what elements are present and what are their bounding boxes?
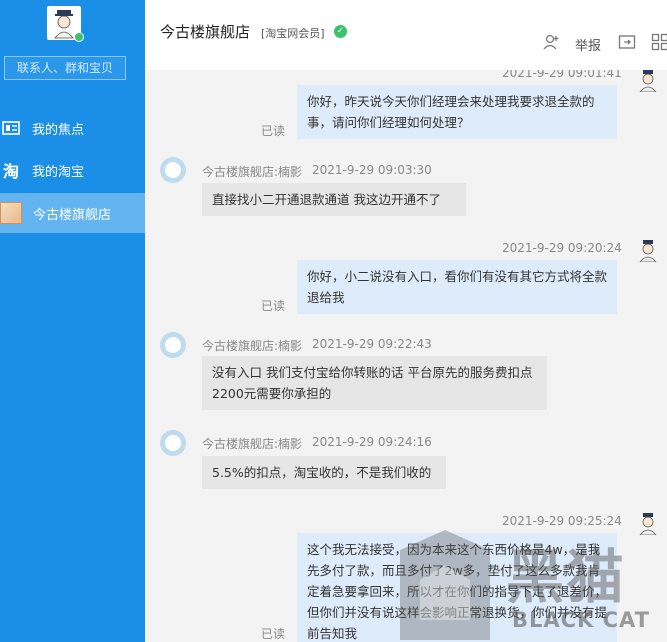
read-status: 已读 bbox=[261, 627, 286, 641]
nav-item-taobao[interactable]: 淘 我的淘宝 bbox=[0, 150, 145, 190]
my-avatar-small bbox=[637, 511, 659, 536]
my-avatar-small bbox=[637, 238, 659, 263]
chat-title: 今古楼旗舰店 bbox=[160, 23, 251, 41]
sidebar: 联系人、群和宝贝 我的焦点 淘 我的淘宝 今古楼旗舰店 bbox=[0, 0, 145, 642]
read-status: 已读 bbox=[261, 299, 286, 313]
chat-header: 今古楼旗舰店 [淘宝网会员] ✓ 举报 bbox=[145, 0, 667, 70]
user-plus-icon[interactable] bbox=[542, 33, 560, 51]
shop-avatar bbox=[160, 332, 186, 358]
message-time: 2021-9-29 09:01:41 bbox=[502, 70, 622, 80]
focus-icon bbox=[2, 119, 20, 137]
contact-search-input[interactable]: 联系人、群和宝贝 bbox=[4, 56, 126, 80]
report-button[interactable]: 举报 bbox=[575, 35, 601, 54]
message-time: 2021-9-29 09:20:24 bbox=[502, 241, 622, 255]
message-bubble-out: 你好，小二说没有入口，看你们有没有其它方式将全款退给我 bbox=[297, 260, 617, 314]
message-bubble-in: 直接找小二开通退款通道 我这边开通不了 bbox=[202, 183, 466, 216]
nav-label: 我的淘宝 bbox=[32, 164, 85, 180]
online-status-icon bbox=[74, 32, 84, 42]
member-tag: [淘宝网会员] bbox=[261, 27, 325, 40]
message-bubble-out: 这个我无法接受，因为本来这个东西价格是4w，是我先多付了款，而且多付了2w多，垫… bbox=[297, 533, 617, 642]
shop-thumbnail bbox=[0, 202, 22, 224]
nav-label: 我的焦点 bbox=[32, 122, 85, 138]
message-time: 2021-9-29 09:22:43 bbox=[312, 337, 432, 351]
message-time: 2021-9-29 09:25:24 bbox=[502, 514, 622, 528]
message-bubble-out: 你好，昨天说今天你们经理会来处理我要求退全款的事，请问你们经理如何处理？ bbox=[297, 85, 617, 139]
nav-item-focus[interactable]: 我的焦点 bbox=[0, 108, 145, 148]
message-bubble-in: 没有入口 我们支付宝给你转账的话 平台原先的服务费扣点2200元需要你承担的 bbox=[202, 356, 547, 410]
transfer-icon[interactable] bbox=[618, 33, 636, 51]
read-status: 已读 bbox=[261, 124, 286, 138]
nav-item-shop[interactable]: 今古楼旗舰店 bbox=[0, 193, 145, 233]
sender-name: 今古楼旗舰店:楠影 bbox=[202, 339, 303, 353]
shop-avatar bbox=[160, 430, 186, 456]
message-bubble-in: 5.5%的扣点，淘宝收的，不是我们收的 bbox=[202, 456, 446, 489]
sender-name: 今古楼旗舰店:楠影 bbox=[202, 437, 303, 451]
nav-label: 今古楼旗舰店 bbox=[33, 207, 112, 223]
sender-name: 今古楼旗舰店:楠影 bbox=[202, 165, 303, 179]
taobao-icon: 淘 bbox=[2, 162, 19, 181]
message-time: 2021-9-29 09:24:16 bbox=[312, 435, 432, 449]
shop-avatar bbox=[160, 157, 186, 183]
message-time: 2021-9-29 09:03:30 bbox=[312, 163, 432, 177]
my-avatar-small bbox=[637, 70, 659, 93]
grid-icon[interactable] bbox=[651, 33, 667, 51]
verified-icon: ✓ bbox=[334, 25, 347, 38]
chat-messages[interactable]: 2021-9-29 09:01:41 你好，昨天说今天你们经理会来处理我要求退全… bbox=[145, 70, 667, 642]
